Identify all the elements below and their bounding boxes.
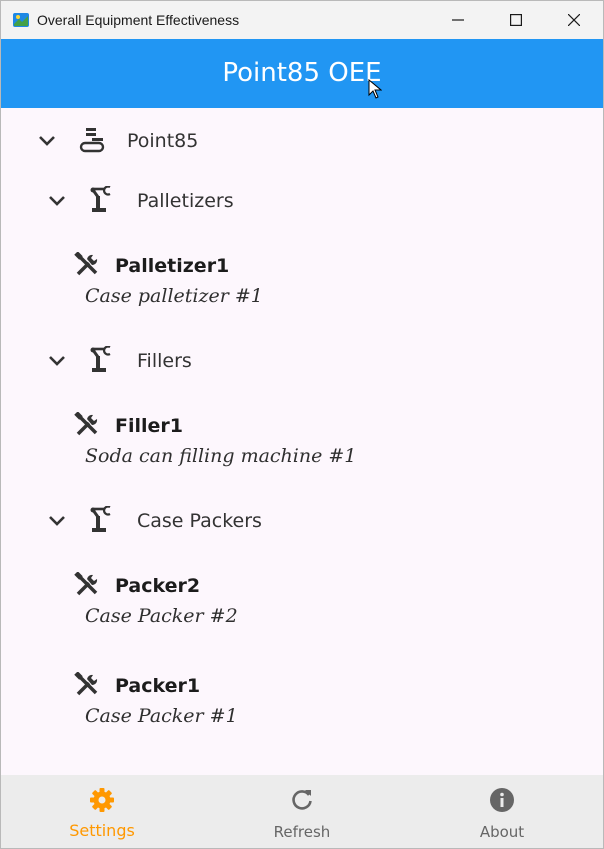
- tab-label: Settings: [69, 821, 135, 840]
- equipment-name: Filler1: [115, 415, 183, 437]
- conveyor-icon: [79, 128, 105, 153]
- tools-icon: [74, 572, 98, 596]
- tools-icon: [74, 412, 98, 436]
- tree-node-label: Case Packers: [137, 510, 262, 532]
- tree-node-palletizers[interactable]: Palletizers: [1, 184, 603, 218]
- app-icon: [13, 13, 29, 27]
- tab-label: Refresh: [273, 823, 331, 841]
- equipment-tree: Point85 Palletizers Palletizer1 Case pal…: [1, 108, 603, 775]
- tree-node-fillers[interactable]: Fillers: [1, 344, 603, 378]
- equipment-item-packer2[interactable]: Packer2 Case Packer #2: [1, 568, 603, 630]
- equipment-name: Palletizer1: [115, 255, 230, 277]
- chevron-down-icon[interactable]: [37, 134, 57, 148]
- equipment-item-palletizer1[interactable]: Palletizer1 Case palletizer #1: [1, 248, 603, 310]
- tree-node-label: Point85: [127, 130, 199, 152]
- title-bar[interactable]: Overall Equipment Effectiveness: [1, 1, 603, 39]
- tree-node-case-packers[interactable]: Case Packers: [1, 504, 603, 538]
- tools-icon: [74, 672, 98, 696]
- robot-arm-icon: [90, 506, 111, 532]
- tools-icon: [74, 252, 98, 276]
- mouse-cursor-icon: [368, 79, 382, 99]
- tab-about[interactable]: About: [402, 775, 602, 848]
- equipment-item-filler1[interactable]: Filler1 Soda can filling machine #1: [1, 408, 603, 470]
- app-window: Overall Equipment Effectiveness Point85 …: [0, 0, 604, 849]
- close-button[interactable]: [545, 1, 603, 39]
- chevron-down-icon[interactable]: [47, 354, 67, 368]
- equipment-description: Soda can filling machine #1: [85, 445, 357, 467]
- info-icon: [490, 788, 514, 812]
- close-icon: [568, 14, 580, 26]
- minimize-button[interactable]: [429, 1, 487, 39]
- equipment-description: Case Packer #2: [85, 605, 238, 627]
- gear-icon: [90, 788, 114, 812]
- tree-node-label: Palletizers: [137, 190, 234, 212]
- tab-label: About: [479, 823, 525, 841]
- maximize-button[interactable]: [487, 1, 545, 39]
- app-bar-title: Point85 OEE: [222, 58, 382, 88]
- tree-node-root[interactable]: Point85: [1, 124, 603, 158]
- refresh-icon: [292, 790, 312, 810]
- maximize-icon: [510, 14, 522, 26]
- app-bar: Point85 OEE: [1, 39, 603, 108]
- window-title: Overall Equipment Effectiveness: [37, 12, 240, 28]
- robot-arm-icon: [90, 186, 111, 212]
- robot-arm-icon: [90, 346, 111, 372]
- bottom-navigation: Settings Refresh About: [1, 775, 603, 848]
- equipment-description: Case Packer #1: [85, 705, 238, 727]
- minimize-icon: [452, 19, 464, 21]
- tab-refresh[interactable]: Refresh: [202, 775, 402, 848]
- equipment-item-packer1[interactable]: Packer1 Case Packer #1: [1, 668, 603, 730]
- chevron-down-icon[interactable]: [47, 194, 67, 208]
- equipment-name: Packer1: [115, 675, 201, 697]
- tab-settings[interactable]: Settings: [2, 775, 202, 848]
- equipment-name: Packer2: [115, 575, 201, 597]
- equipment-description: Case palletizer #1: [85, 285, 263, 307]
- chevron-down-icon[interactable]: [47, 514, 67, 528]
- tree-node-label: Fillers: [137, 350, 192, 372]
